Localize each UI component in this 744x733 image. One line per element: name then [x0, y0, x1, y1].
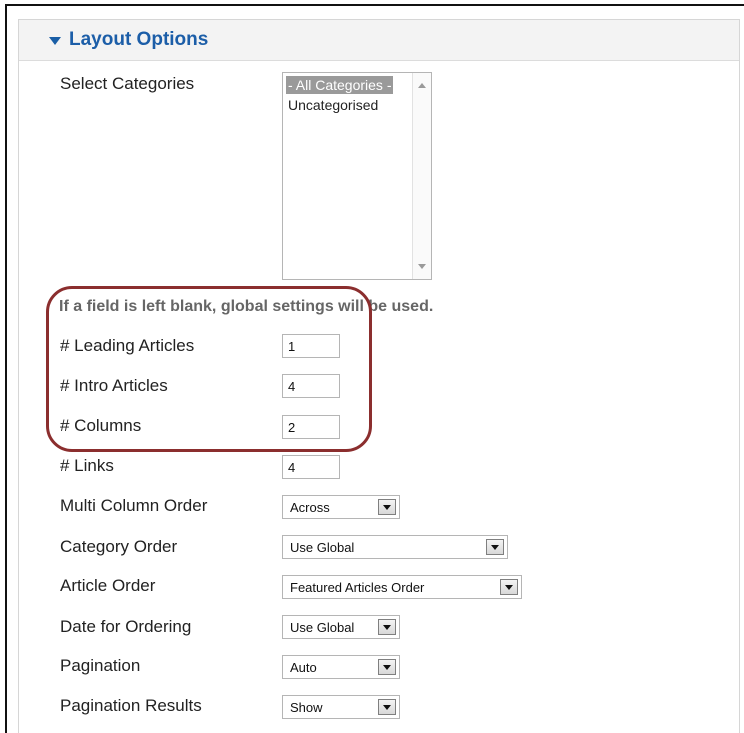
global-settings-note: If a field is left blank, global setting…	[59, 298, 434, 315]
pagination-value: Auto	[290, 660, 317, 675]
chevron-down-icon	[383, 625, 391, 630]
article-order-label: Article Order	[60, 576, 156, 595]
category-order-select[interactable]: Use Global	[282, 535, 508, 559]
category-option-all[interactable]: - All Categories -	[286, 76, 394, 94]
chevron-down-icon	[383, 665, 391, 670]
chevron-down-icon	[383, 705, 391, 710]
listbox-scrollbar[interactable]	[412, 73, 431, 279]
chevron-down-icon	[491, 545, 499, 550]
dropdown-button[interactable]	[378, 619, 396, 635]
leading-articles-input[interactable]	[282, 334, 340, 358]
dropdown-button[interactable]	[378, 659, 396, 675]
category-option-uncategorised[interactable]: Uncategorised	[286, 96, 380, 114]
dropdown-button[interactable]	[500, 579, 518, 595]
chevron-down-icon	[505, 585, 513, 590]
links-input[interactable]	[282, 455, 340, 479]
categories-listbox[interactable]: - All Categories - Uncategorised	[282, 72, 432, 280]
article-order-select[interactable]: Featured Articles Order	[282, 575, 522, 599]
multi-column-order-select[interactable]: Across	[282, 495, 400, 519]
date-for-ordering-value: Use Global	[290, 620, 355, 635]
chevron-down-icon	[383, 505, 391, 510]
multi-column-order-label: Multi Column Order	[60, 496, 208, 515]
intro-articles-label: # Intro Articles	[60, 376, 168, 395]
article-order-value: Featured Articles Order	[290, 580, 425, 595]
date-for-ordering-label: Date for Ordering	[60, 617, 192, 636]
dropdown-button[interactable]	[378, 699, 396, 715]
scroll-up-icon[interactable]	[418, 83, 426, 88]
panel-header[interactable]: Layout Options	[19, 20, 739, 61]
category-order-label: Category Order	[60, 537, 178, 556]
pagination-label: Pagination	[60, 656, 141, 675]
panel-title: Layout Options	[69, 29, 209, 50]
leading-articles-label: # Leading Articles	[60, 336, 195, 355]
collapse-arrow-icon[interactable]	[49, 37, 61, 45]
intro-articles-input[interactable]	[282, 374, 340, 398]
pagination-results-select[interactable]: Show	[282, 695, 400, 719]
columns-input[interactable]	[282, 415, 340, 439]
scroll-down-icon[interactable]	[418, 264, 426, 269]
pagination-results-label: Pagination Results	[60, 696, 202, 715]
multi-column-order-value: Across	[290, 500, 330, 515]
links-label: # Links	[60, 456, 114, 475]
pagination-select[interactable]: Auto	[282, 655, 400, 679]
select-categories-label: Select Categories	[60, 74, 195, 93]
category-order-value: Use Global	[290, 540, 355, 555]
dropdown-button[interactable]	[486, 539, 504, 555]
dropdown-button[interactable]	[378, 499, 396, 515]
columns-label: # Columns	[60, 416, 142, 435]
pagination-results-value: Show	[290, 700, 323, 715]
date-for-ordering-select[interactable]: Use Global	[282, 615, 400, 639]
